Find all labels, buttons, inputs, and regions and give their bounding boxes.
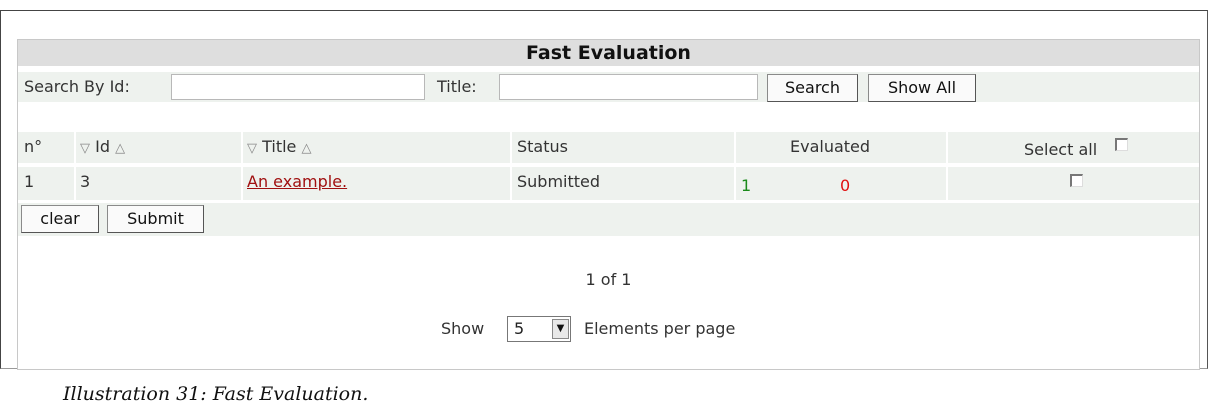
column-divider bbox=[946, 132, 948, 200]
row-status: Submitted bbox=[517, 172, 601, 191]
col-status-header: Status bbox=[517, 137, 568, 156]
search-id-input[interactable] bbox=[171, 74, 425, 100]
per-page-value: 5 bbox=[514, 319, 525, 338]
col-title-label: Title bbox=[262, 137, 297, 156]
column-divider bbox=[510, 132, 512, 200]
dropdown-arrow-icon[interactable]: ▼ bbox=[552, 319, 569, 339]
search-title-input[interactable] bbox=[499, 74, 758, 100]
per-page-show-label: Show bbox=[441, 319, 485, 338]
action-row: clear Submit bbox=[18, 203, 1199, 236]
per-page-select[interactable]: 5 ▼ bbox=[507, 316, 571, 342]
show-all-button[interactable]: Show All bbox=[868, 74, 976, 102]
fast-evaluation-panel: Fast Evaluation Search By Id: Title: Sea… bbox=[17, 39, 1200, 370]
col-title-header[interactable]: ▽ Title △ bbox=[247, 137, 311, 159]
sort-desc-icon[interactable]: △ bbox=[301, 141, 311, 156]
col-select-all-label: Select all bbox=[1024, 140, 1098, 159]
column-divider bbox=[74, 132, 76, 200]
row-select-checkbox[interactable] bbox=[1070, 174, 1083, 187]
search-title-label: Title: bbox=[437, 77, 477, 96]
row-evaluated-no-count: 0 bbox=[840, 176, 851, 195]
search-button[interactable]: Search bbox=[767, 74, 858, 102]
row-number: 1 bbox=[24, 172, 35, 191]
sort-desc-icon[interactable]: △ bbox=[115, 141, 125, 156]
sort-asc-icon[interactable]: ▽ bbox=[80, 141, 90, 156]
table-header: n° ▽ Id △ ▽ Title △ Status Evaluated Sel… bbox=[18, 132, 1199, 163]
row-id: 3 bbox=[80, 172, 91, 191]
select-all-checkbox[interactable] bbox=[1115, 138, 1128, 151]
col-id-label: Id bbox=[95, 137, 110, 156]
panel-title: Fast Evaluation bbox=[18, 40, 1199, 66]
row-evaluated-yes-count: 1 bbox=[741, 176, 752, 195]
search-id-label: Search By Id: bbox=[24, 77, 130, 96]
col-id-header[interactable]: ▽ Id △ bbox=[80, 137, 125, 159]
column-divider bbox=[241, 132, 243, 200]
column-divider bbox=[734, 132, 736, 200]
table-row: 1 3 An example. Submitted 1 0 bbox=[18, 167, 1199, 200]
submit-button[interactable]: Submit bbox=[107, 205, 204, 233]
col-evaluated-header: Evaluated bbox=[790, 137, 871, 156]
figure-caption: Illustration 31: Fast Evaluation. bbox=[63, 383, 369, 405]
clear-button[interactable]: clear bbox=[21, 205, 99, 233]
search-row: Search By Id: Title: Search Show All bbox=[18, 72, 1199, 102]
page-indicator: 1 of 1 bbox=[585, 270, 632, 289]
col-number-header: n° bbox=[24, 137, 43, 156]
per-page-suffix-label: Elements per page bbox=[584, 319, 736, 338]
row-title-link[interactable]: An example. bbox=[247, 172, 347, 192]
sort-asc-icon[interactable]: ▽ bbox=[247, 141, 257, 156]
